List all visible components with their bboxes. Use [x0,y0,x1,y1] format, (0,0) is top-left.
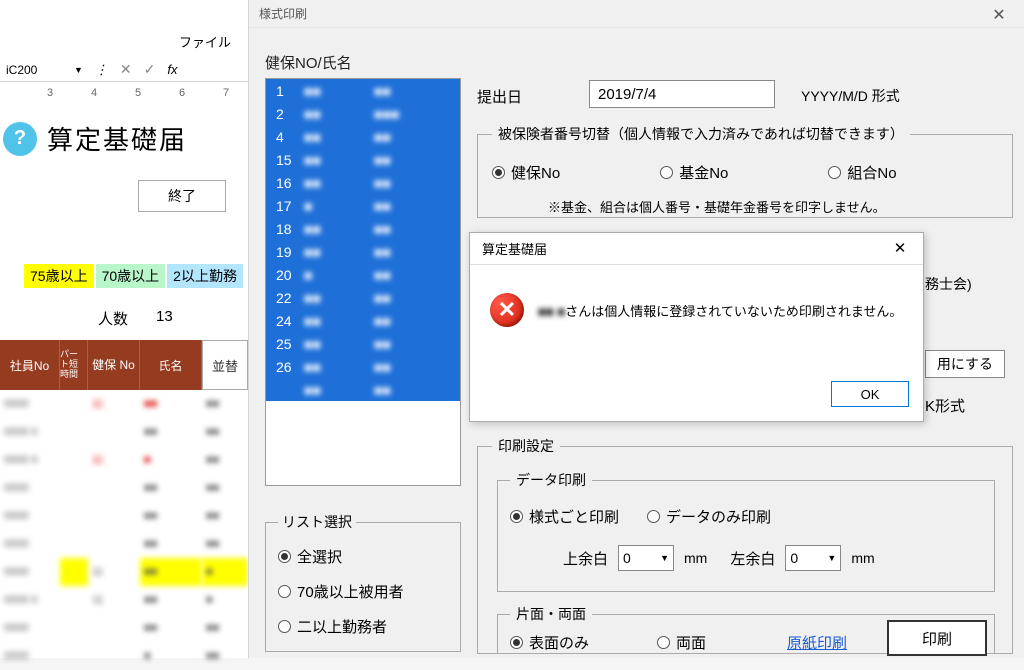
dropdown-icon[interactable]: ▼ [74,65,83,75]
table-row[interactable]: 0000■■■ [0,642,248,670]
ok-button[interactable]: OK [831,381,909,407]
list-item[interactable]: 4■■■■ [266,125,460,148]
list-item[interactable]: 2■■■■■ [266,102,460,125]
submit-date-input[interactable] [589,80,775,108]
employee-listbox[interactable]: 1■■■■2■■■■■4■■■■15■■■■16■■■■17■■■18■■■■1… [265,78,461,486]
page-title: 算定基礎届 [47,120,187,157]
sort-button[interactable]: 並替 [202,340,248,390]
dialog-title: 様式印刷 [249,0,1024,28]
list-item[interactable]: 26■■■■ [266,355,460,378]
message-close-icon[interactable]: ✕ [883,237,917,259]
date-format-hint: YYYY/M/D 形式 [801,86,900,106]
data-print-legend: データ印刷 [510,470,592,490]
radio-front-only[interactable]: 表面のみ [510,632,589,653]
th-name: 氏名 [140,340,202,390]
fx-icon[interactable]: fx [167,62,177,77]
list-item[interactable]: 20■■■ [266,263,460,286]
list-item[interactable]: ■■■■ [266,378,460,401]
spreadsheet-panel: ファイル iC200 ▼ ⋮ ✕ ✓ fx 34567 ? 算定基礎届 終了 7… [0,0,248,658]
legend-multi: 2以上勤務 [167,264,243,288]
table-row[interactable]: 0000■■■■ [0,474,248,502]
formula-bar: iC200 ▼ ⋮ ✕ ✓ fx [0,58,248,82]
partial-text-1: 務士会) [925,272,997,296]
margin-top-combo[interactable]: 0▼ [618,545,674,571]
list-item[interactable]: 18■■■■ [266,217,460,240]
error-icon: ✕ [490,293,524,327]
radio-kenpo-no[interactable]: 健保No [492,162,560,183]
unit-mm-2: mm [851,550,874,566]
list-item[interactable]: 22■■■■ [266,286,460,309]
table-row[interactable]: 000011■■■■ [0,390,248,418]
legend-75: 75歳以上 [24,264,94,288]
th-emp-no: 社員No [0,340,60,390]
count-row: 人数 13 [98,308,173,329]
list-item[interactable]: 15■■■■ [266,148,460,171]
table-header: 社員No パー ト短 時間 健保 No 氏名 並替 [0,340,248,390]
table-row[interactable]: 0000 011■■■ [0,446,248,474]
switch-legend: 被保険者番号切替（個人情報で入力済みであれば切替できます） [492,124,910,144]
legend: 75歳以上 70歳以上 2以上勤務 [24,264,243,288]
original-paper-print-link[interactable]: 原紙印刷 [787,632,847,653]
table-row[interactable]: 0000■■■■ [0,530,248,558]
margin-left-label: 左余白 [717,548,775,569]
margin-left-combo[interactable]: 0▼ [785,545,841,571]
th-parttime: パー ト短 時間 [60,340,88,390]
radio-print-style[interactable]: 様式ごと印刷 [510,506,619,527]
print-legend: 印刷設定 [492,436,560,456]
list-select-legend: リスト選択 [278,512,356,532]
th-kenpo-no: 健保 No [88,340,140,390]
cell-reference[interactable]: iC200 [6,63,62,77]
table-row[interactable]: 0000■■■■ [0,614,248,642]
list-item[interactable]: 16■■■■ [266,171,460,194]
message-text: ■■ ■さんは個人情報に登録されていないため印刷されません。 [538,301,902,320]
radio-select-all[interactable]: 全選択 [278,546,448,567]
partial-text-k: K形式 [925,395,965,416]
legend-70: 70歳以上 [96,264,166,288]
list-item[interactable]: 19■■■■ [266,240,460,263]
count-label: 人数 [98,308,128,329]
radio-both-sides[interactable]: 両面 [657,632,706,653]
list-item[interactable]: 17■■■ [266,194,460,217]
submit-date-label: 提出日 [477,86,522,107]
kenpo-label: 健保NO/氏名 [265,52,352,73]
message-title: 算定基礎届 [470,233,923,265]
unit-mm: mm [684,550,707,566]
exit-button[interactable]: 終了 [138,180,226,212]
accept-icon[interactable]: ✓ [144,61,156,78]
radio-kikin-no[interactable]: 基金No [660,162,728,183]
count-value: 13 [156,308,173,329]
switch-note: ※基金、組合は個人番号・基礎年金番号を印字しません。 [548,197,998,216]
table-row[interactable]: 0000·11■■■ [0,558,248,586]
menu-file[interactable]: ファイル [179,32,231,51]
list-select-fieldset: リスト選択 全選択 70歳以上被用者 二以上勤務者 [265,512,461,652]
table-row[interactable]: 0000 011■■■ [0,586,248,614]
table-row[interactable]: 0000 0■■■■ [0,418,248,446]
column-headers: 34567 [0,82,248,104]
partial-button-1[interactable]: 用にする [925,350,1005,378]
list-item[interactable]: 1■■■■ [266,79,460,102]
list-item[interactable]: 25■■■■ [266,332,460,355]
help-icon[interactable]: ? [3,122,37,156]
radio-multi-work[interactable]: 二以上勤務者 [278,616,448,637]
cancel-icon[interactable]: ✕ [120,61,132,78]
list-item[interactable]: 24■■■■ [266,309,460,332]
data-print-fieldset: データ印刷 様式ごと印刷 データのみ印刷 上余白 0▼ mm 左余白 0▼ mm [497,470,995,592]
chevron-down-icon: ▼ [827,553,836,563]
more-icon: ⋮ [95,62,108,78]
print-dialog: 様式印刷 ✕ 健保NO/氏名 1■■■■2■■■■■4■■■■15■■■■16■… [248,0,1024,658]
print-button[interactable]: 印刷 [887,620,987,656]
side-legend: 片面・両面 [510,604,592,624]
margin-top-label: 上余白 [550,548,608,569]
table-row[interactable]: 0000■■■■ [0,502,248,530]
radio-print-data-only[interactable]: データのみ印刷 [647,506,771,527]
dialog-close-icon[interactable]: ✕ [982,4,1016,26]
chevron-down-icon: ▼ [660,553,669,563]
message-dialog: 算定基礎届 ✕ ✕ ■■ ■さんは個人情報に登録されていないため印刷されません。… [469,232,924,422]
radio-over-70[interactable]: 70歳以上被用者 [278,581,448,602]
radio-kumiai-no[interactable]: 組合No [828,162,896,183]
number-switch-fieldset: 被保険者番号切替（個人情報で入力済みであれば切替できます） 健保No 基金No … [477,124,1013,218]
data-grid: 000011■■■■0000 0■■■■0000 011■■■0000■■■■0… [0,390,248,670]
